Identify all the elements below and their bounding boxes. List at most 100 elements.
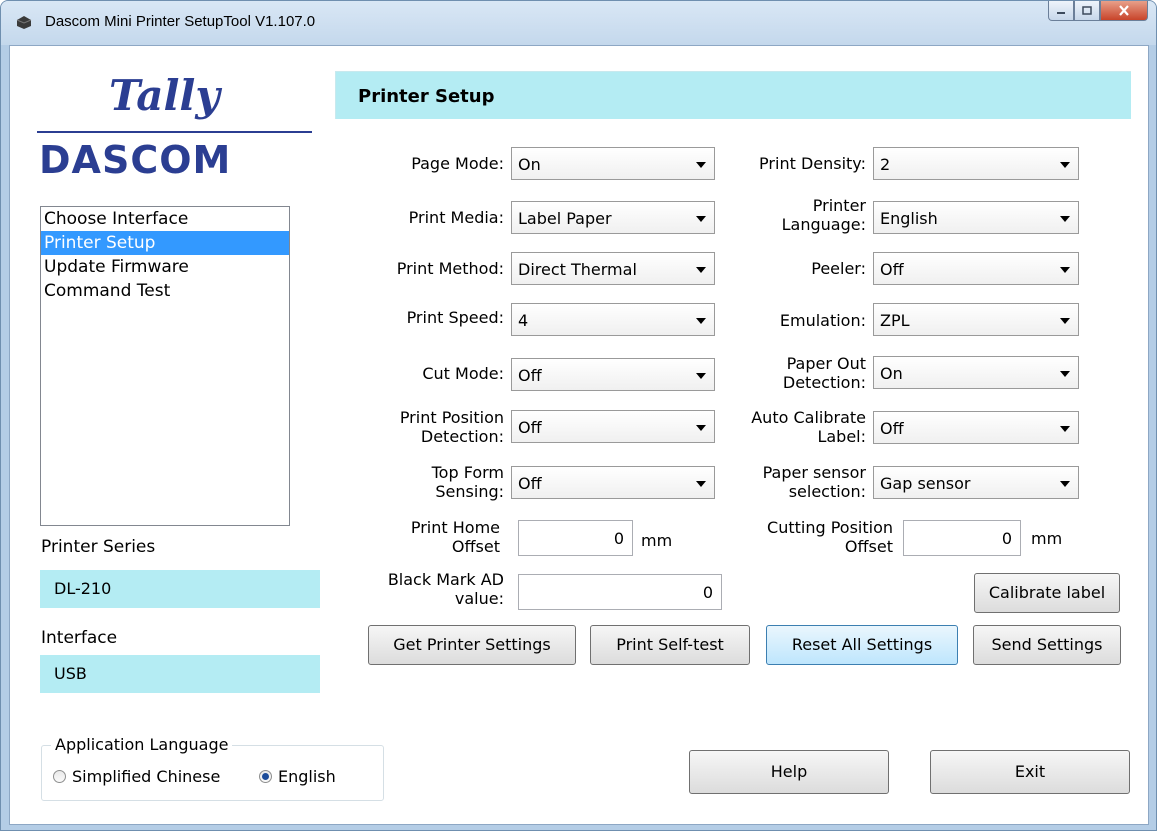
- paper-out-detection-label: Paper Out Detection:: [783, 354, 866, 392]
- radio-english[interactable]: English: [259, 767, 336, 786]
- help-button[interactable]: Help: [689, 750, 889, 794]
- window-title: Dascom Mini Printer SetupTool V1.107.0: [45, 13, 316, 30]
- top-form-sensing-label-line2: Sensing:: [435, 482, 504, 501]
- peeler-select[interactable]: Off: [873, 252, 1079, 285]
- print-home-offset-input[interactable]: 0: [518, 520, 633, 556]
- chevron-down-icon: [696, 425, 706, 431]
- chevron-down-icon: [1060, 318, 1070, 324]
- cutting-position-offset-label: Cutting Position Offset: [767, 518, 893, 556]
- print-position-detection-select[interactable]: Off: [511, 410, 715, 443]
- minimize-button[interactable]: [1048, 1, 1074, 21]
- chevron-down-icon: [696, 162, 706, 168]
- print-speed-label: Print Speed:: [406, 308, 504, 327]
- printer-app-icon: [16, 16, 32, 29]
- black-mark-ad-label-line1: Black Mark AD: [387, 570, 504, 589]
- tally-logo: Tally: [109, 71, 220, 120]
- paper-out-detection-label-line1: Paper Out: [786, 354, 866, 373]
- auto-calibrate-label-line2: Label:: [817, 427, 866, 446]
- emulation-select[interactable]: ZPL: [873, 303, 1079, 336]
- cut-mode-select[interactable]: Off: [511, 358, 715, 391]
- paper-out-detection-select[interactable]: On: [873, 356, 1079, 389]
- print-density-value: 2: [880, 155, 891, 174]
- print-home-offset-label: Print Home Offset: [411, 518, 500, 556]
- chevron-down-icon: [1060, 426, 1070, 432]
- nav-list[interactable]: Choose Interface Printer Setup Update Fi…: [40, 206, 290, 526]
- send-settings-button[interactable]: Send Settings: [973, 625, 1121, 665]
- top-form-sensing-select[interactable]: Off: [511, 466, 715, 499]
- chevron-down-icon: [1060, 162, 1070, 168]
- interface-label: Interface: [41, 628, 118, 648]
- page-mode-value: On: [518, 155, 541, 174]
- cutting-position-offset-value: 0: [1001, 529, 1012, 548]
- logo-divider: [37, 131, 312, 133]
- auto-calibrate-label-select[interactable]: Off: [873, 411, 1079, 444]
- nav-item-update-firmware[interactable]: Update Firmware: [41, 255, 289, 279]
- print-position-detection-label-line1: Print Position: [399, 408, 504, 427]
- dascom-logo: DASCOM: [39, 138, 232, 182]
- auto-calibrate-label-label: Auto Calibrate Label:: [751, 408, 866, 446]
- print-self-test-button[interactable]: Print Self-test: [590, 625, 750, 665]
- cut-mode-label: Cut Mode:: [422, 364, 504, 383]
- paper-sensor-selection-select[interactable]: Gap sensor: [873, 466, 1079, 499]
- cutting-position-offset-unit: mm: [1031, 529, 1063, 548]
- cutting-position-offset-input[interactable]: 0: [903, 520, 1021, 556]
- print-position-detection-label: Print Position Detection:: [400, 408, 504, 446]
- radio-unchecked-icon: [53, 770, 66, 783]
- window-controls: [1048, 1, 1148, 23]
- app-language-title: Application Language: [51, 735, 233, 754]
- print-speed-value: 4: [518, 311, 529, 330]
- nav-item-command-test[interactable]: Command Test: [41, 279, 289, 303]
- print-home-offset-unit: mm: [641, 531, 673, 550]
- top-form-sensing-label-line1: Top Form: [431, 463, 504, 482]
- panel-title: Printer Setup: [358, 86, 495, 107]
- paper-sensor-selection-label-line1: Paper sensor: [762, 463, 866, 482]
- black-mark-ad-label: Black Mark AD value:: [388, 570, 504, 608]
- printer-language-label: Printer Language:: [782, 196, 866, 234]
- chevron-down-icon: [1060, 481, 1070, 487]
- radio-checked-icon: [259, 770, 272, 783]
- print-home-offset-label-line1: Print Home: [410, 518, 500, 537]
- emulation-value: ZPL: [880, 311, 910, 330]
- exit-button[interactable]: Exit: [930, 750, 1130, 794]
- chevron-down-icon: [696, 318, 706, 324]
- chevron-down-icon: [696, 267, 706, 273]
- maximize-button[interactable]: [1074, 1, 1100, 21]
- nav-item-choose-interface[interactable]: Choose Interface: [41, 207, 289, 231]
- print-method-label: Print Method:: [396, 259, 504, 278]
- print-position-detection-label-line2: Detection:: [420, 427, 504, 446]
- print-media-select[interactable]: Label Paper: [511, 201, 715, 234]
- title-bar[interactable]: Dascom Mini Printer SetupTool V1.107.0: [1, 1, 1156, 45]
- auto-calibrate-label-line1: Auto Calibrate: [751, 408, 866, 427]
- page-mode-label: Page Mode:: [411, 154, 504, 173]
- page-mode-select[interactable]: On: [511, 147, 715, 180]
- printer-series-value: DL-210: [40, 570, 320, 608]
- print-method-select[interactable]: Direct Thermal: [511, 252, 715, 285]
- black-mark-ad-value: 0: [702, 583, 713, 602]
- paper-sensor-selection-label: Paper sensor selection:: [763, 463, 866, 501]
- peeler-value: Off: [880, 260, 904, 279]
- get-printer-settings-button[interactable]: Get Printer Settings: [368, 625, 576, 665]
- paper-out-detection-label-line2: Detection:: [782, 373, 866, 392]
- print-home-offset-value: 0: [613, 529, 624, 548]
- printer-language-select[interactable]: English: [873, 201, 1079, 234]
- nav-item-printer-setup[interactable]: Printer Setup: [41, 231, 289, 255]
- calibrate-label-button[interactable]: Calibrate label: [974, 573, 1120, 613]
- print-density-label: Print Density:: [759, 154, 866, 173]
- minimize-icon: [1057, 11, 1065, 14]
- black-mark-ad-input[interactable]: 0: [518, 574, 722, 610]
- close-icon: [1119, 5, 1129, 16]
- chevron-down-icon: [696, 216, 706, 222]
- radio-simplified-chinese[interactable]: Simplified Chinese: [53, 767, 220, 786]
- auto-calibrate-label-value: Off: [880, 419, 904, 438]
- print-density-select[interactable]: 2: [873, 147, 1079, 180]
- print-home-offset-label-line2: Offset: [451, 537, 500, 556]
- radio-english-label: English: [278, 767, 336, 786]
- paper-sensor-selection-label-line2: selection:: [788, 482, 866, 501]
- printer-language-label-line1: Printer: [812, 196, 866, 215]
- close-button[interactable]: [1100, 1, 1148, 21]
- print-speed-select[interactable]: 4: [511, 303, 715, 336]
- reset-all-settings-button[interactable]: Reset All Settings: [766, 625, 958, 665]
- printer-language-value: English: [880, 209, 938, 228]
- cutting-position-offset-label-line1: Cutting Position: [767, 518, 893, 537]
- paper-sensor-selection-value: Gap sensor: [880, 474, 971, 493]
